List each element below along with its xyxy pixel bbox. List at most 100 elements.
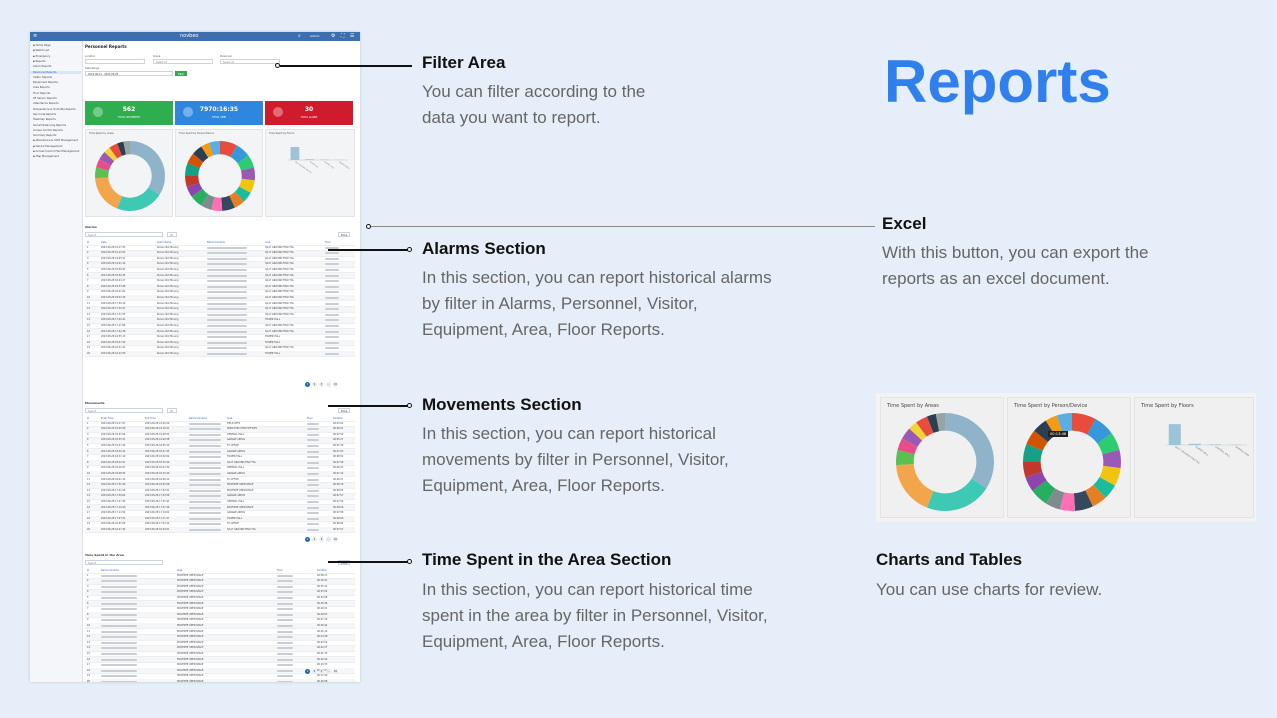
column-header[interactable]: Floor bbox=[307, 417, 313, 420]
table-cell: TOWER HALL bbox=[265, 351, 281, 355]
sidebar-item[interactable]: Equipment Reports bbox=[33, 81, 58, 84]
redacted-text bbox=[325, 341, 339, 344]
sidebar-item[interactable]: ▪ Watch List bbox=[33, 49, 49, 52]
sidebar-item[interactable]: ▪ Device Management bbox=[33, 145, 62, 148]
tick-label: TOWER HALL bbox=[1194, 445, 1209, 457]
table-cell: 14 bbox=[87, 494, 90, 498]
redacted-text bbox=[307, 439, 319, 442]
table-cell: MOVENTE OPEN SPACE bbox=[177, 607, 204, 611]
chart-tooltip: 00:13:48 bbox=[1048, 431, 1069, 437]
date-range-input[interactable]: 2023-08-21 - 2023-08-28 bbox=[85, 71, 173, 76]
column-header[interactable]: Alarm Name bbox=[157, 241, 171, 244]
column-header[interactable]: # bbox=[87, 569, 89, 572]
redacted-text bbox=[277, 675, 293, 678]
movements-page-size[interactable]: 20 bbox=[167, 408, 177, 413]
page-button[interactable]: 3 bbox=[319, 382, 324, 387]
column-header[interactable]: Date bbox=[101, 241, 107, 244]
sidebar-item[interactable]: Heatmap Reports bbox=[33, 118, 56, 121]
column-header[interactable]: Name Surname bbox=[207, 241, 225, 244]
chart-card-areas: Time Spent by Areas bbox=[880, 397, 1004, 518]
filter-button[interactable]: Filter bbox=[175, 71, 187, 76]
column-header[interactable]: Duration bbox=[317, 569, 327, 572]
movements-excel-button[interactable]: Excel bbox=[338, 408, 351, 413]
alarms-page-size[interactable]: 20 bbox=[167, 232, 177, 237]
page-button[interactable]: 2 bbox=[312, 669, 317, 674]
page-button[interactable]: 3 bbox=[319, 537, 324, 542]
table-row[interactable]: 20 2023-08-28 16:47:44 2023-08-28 16:54:51… bbox=[85, 527, 355, 534]
menu-icon[interactable]: ☰ bbox=[350, 33, 354, 39]
sidebar-item[interactable]: ▪ Attendance & Shift Management bbox=[33, 139, 78, 142]
page-button[interactable]: ... bbox=[326, 382, 331, 387]
sidebar-item[interactable]: RF Sensor Reports bbox=[33, 97, 57, 100]
table-row[interactable]: 20 MOVENTE OPEN SPACE 00:16:58 bbox=[85, 679, 355, 682]
sidebar-item[interactable]: Temperature & Humidity Reports bbox=[33, 108, 76, 111]
page-button[interactable]: 1 bbox=[305, 537, 310, 542]
sidebar-item[interactable]: ▪ Emergency bbox=[33, 55, 50, 58]
sidebar-item[interactable]: Attendance Reports bbox=[33, 102, 59, 105]
sidebar-item[interactable]: Visitor Reports bbox=[33, 76, 52, 79]
user-name[interactable]: Admin bbox=[310, 34, 320, 38]
movements-section-title: Movements Section bbox=[422, 395, 582, 414]
sidebar-item[interactable]: Floor Reports bbox=[33, 92, 50, 95]
table-cell: Person Not Moving bbox=[157, 307, 179, 311]
page-button[interactable]: 1 bbox=[305, 669, 310, 674]
page-button[interactable]: 2 bbox=[312, 382, 317, 387]
hamburger-icon[interactable]: ≡ bbox=[33, 33, 37, 39]
column-header[interactable]: # bbox=[87, 417, 89, 420]
page-button[interactable]: 1 bbox=[305, 382, 310, 387]
column-header[interactable]: Exit Time bbox=[145, 417, 156, 420]
table-cell: 00:07:30 bbox=[333, 443, 344, 447]
column-header[interactable]: # bbox=[87, 241, 89, 244]
page-button[interactable]: ... bbox=[326, 537, 331, 542]
sidebar-item[interactable]: Access Control Reports bbox=[33, 129, 63, 132]
sidebar-item[interactable]: ▪ Map Management bbox=[33, 155, 59, 158]
column-header[interactable]: Floor bbox=[325, 241, 331, 244]
time-spent-search[interactable]: Search bbox=[85, 560, 163, 565]
table-row[interactable]: 20 2023-08-28 16:12:59 Person Not Moving TO… bbox=[85, 351, 355, 358]
alarms-search[interactable]: Search bbox=[85, 232, 163, 237]
table-cell: QA17 GROUND FINO TOL bbox=[265, 251, 294, 255]
column-header[interactable]: Area bbox=[227, 417, 232, 420]
group-select[interactable]: Select All bbox=[153, 59, 213, 64]
column-header[interactable]: Name Surname bbox=[101, 569, 119, 572]
personnel-select[interactable]: Select All bbox=[220, 59, 280, 64]
sidebar-item[interactable]: Key Code Reports bbox=[33, 113, 56, 116]
table-cell: 8 bbox=[87, 612, 89, 616]
table-cell: 00:05:27 bbox=[333, 438, 344, 442]
sidebar-item[interactable]: ▪ Access Control Field Management bbox=[33, 150, 79, 153]
page-button[interactable]: 2 bbox=[312, 537, 317, 542]
sidebar-item[interactable]: Area Reports bbox=[33, 86, 50, 89]
page-button[interactable]: 3 bbox=[319, 669, 324, 674]
table-cell: 4 bbox=[87, 590, 89, 594]
location-select[interactable] bbox=[85, 59, 145, 64]
page-button[interactable]: 10 bbox=[333, 537, 338, 542]
table-cell: 10 bbox=[87, 295, 90, 299]
expand-icon[interactable]: ⛶ bbox=[341, 33, 345, 39]
column-header[interactable]: Enter Time bbox=[101, 417, 114, 420]
table-cell: TOWER HALL bbox=[265, 335, 281, 339]
table-cell: 2023-08-28 17:27:26 bbox=[145, 505, 170, 509]
sidebar-item[interactable]: Social Distancing Reports bbox=[33, 124, 66, 127]
page-button[interactable]: 10 bbox=[333, 669, 338, 674]
column-header[interactable]: Area bbox=[265, 241, 270, 244]
movements-search[interactable]: Search bbox=[85, 408, 163, 413]
table-cell: 18 bbox=[87, 340, 90, 344]
redacted-text bbox=[277, 602, 293, 605]
redacted-text bbox=[101, 680, 137, 682]
column-header[interactable]: Area bbox=[177, 569, 182, 572]
sidebar-item[interactable]: Personnel Reports bbox=[30, 70, 81, 74]
table-cell: QA17 GROUND FINO TOL bbox=[265, 262, 294, 266]
search-icon[interactable]: ⌕ bbox=[298, 33, 301, 39]
column-header[interactable]: Floor bbox=[277, 569, 283, 572]
column-header[interactable]: Name Surname bbox=[189, 417, 207, 420]
settings-icon[interactable]: ⚙ bbox=[331, 33, 335, 39]
main-content: Personnel Reports Location Group Select … bbox=[85, 41, 360, 682]
sidebar-item[interactable]: ▪ Home Page bbox=[33, 44, 50, 47]
alarms-excel-button[interactable]: Excel bbox=[338, 232, 351, 237]
sidebar-item[interactable]: Summary Reports bbox=[33, 134, 56, 137]
page-button[interactable]: 10 bbox=[333, 382, 338, 387]
sidebar-item[interactable]: Alarm Reports bbox=[33, 65, 51, 68]
sidebar-item[interactable]: ▪ Reports bbox=[33, 60, 46, 63]
page-button[interactable]: ... bbox=[326, 669, 331, 674]
column-header[interactable]: Duration bbox=[333, 417, 343, 420]
